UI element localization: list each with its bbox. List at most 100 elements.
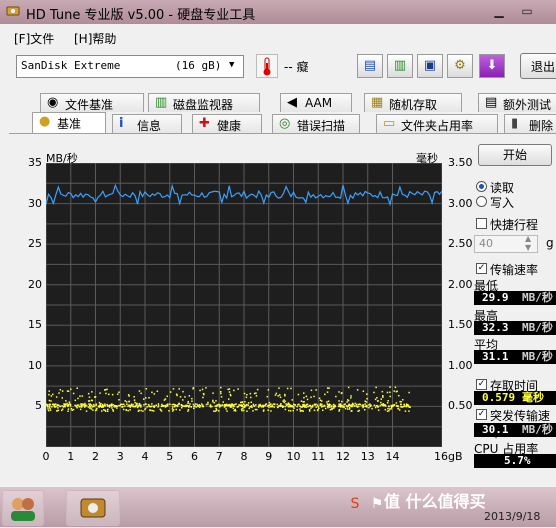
- access-time-point: [292, 406, 294, 408]
- access-time-point: [253, 405, 256, 407]
- avg-unit: MB/秒: [522, 350, 553, 363]
- start-button[interactable]: 开始: [478, 144, 552, 166]
- tab-label: 磁盘监视器: [173, 98, 234, 112]
- access-time-point: [344, 407, 347, 410]
- tab-benchmark[interactable]: ● 基准: [32, 112, 106, 134]
- access-time-point: [59, 405, 62, 408]
- x-tick-label: 2: [92, 450, 99, 463]
- access-time-point: [118, 404, 120, 407]
- access-time-point: [79, 405, 81, 408]
- access-time-point: [67, 408, 70, 410]
- taskbar-hdtune-button[interactable]: [66, 490, 120, 526]
- access-time-point: [390, 406, 393, 408]
- quick-course-spinner[interactable]: 40 ▲ ▼: [474, 234, 538, 253]
- access-time-point: [338, 391, 340, 393]
- access-time-point: [267, 389, 270, 391]
- download-button[interactable]: ⬇: [479, 54, 505, 78]
- access-time-point: [87, 406, 90, 408]
- write-radio[interactable]: [476, 196, 487, 207]
- access-time-point: [382, 403, 384, 405]
- menu-file[interactable]: [F]文件: [14, 30, 54, 47]
- max-value: 32.3: [482, 321, 509, 334]
- access-time-point: [220, 405, 222, 407]
- right-tick-label: 2.50: [448, 237, 473, 251]
- access-time-point: [151, 391, 153, 394]
- access-time-point: [381, 390, 384, 393]
- access-time-point: [209, 404, 212, 406]
- access-time-point: [51, 406, 53, 408]
- tab-folder-usage[interactable]: ▭ 文件夹占用率: [376, 114, 498, 133]
- access-time-point: [255, 392, 257, 394]
- access-time-point: [313, 403, 316, 406]
- cpu-value: 5.7%: [504, 454, 531, 467]
- access-time-point: [250, 396, 252, 399]
- access-time-point: [319, 399, 322, 401]
- exit-button[interactable]: 退出: [520, 53, 556, 79]
- extra-tests-icon: ▤: [485, 95, 498, 110]
- benchmark-icon: ●: [39, 114, 51, 129]
- tab-aam[interactable]: ◀ AAM: [280, 93, 352, 112]
- drive-select[interactable]: SanDisk Extreme (16 gB) ▼: [16, 55, 244, 78]
- access-time-point: [48, 406, 51, 408]
- access-time-point: [313, 395, 315, 398]
- access-time-point: [207, 401, 209, 404]
- access-time-point: [72, 408, 75, 411]
- access-time-point: [246, 394, 248, 396]
- access-time-point: [226, 410, 228, 412]
- tab-info[interactable]: i 信息: [112, 114, 182, 133]
- save-button[interactable]: ▣: [417, 54, 443, 78]
- access-time-point: [394, 386, 397, 389]
- quick-course-checkbox[interactable]: [476, 218, 487, 229]
- access-time-point: [253, 392, 256, 395]
- tab-file-benchmark[interactable]: ◉ 文件基准: [40, 93, 144, 112]
- tab-disk-monitor[interactable]: ▥ 磁盘监视器: [148, 93, 260, 112]
- copy-info-button[interactable]: ▤: [357, 54, 383, 78]
- read-radio[interactable]: [476, 181, 487, 192]
- access-time-point: [241, 401, 243, 403]
- access-time-point: [278, 404, 280, 407]
- access-time-point: [246, 410, 248, 412]
- tab-extra-tests[interactable]: ▤ 额外测试: [478, 93, 556, 112]
- access-time-point: [48, 399, 51, 402]
- access-time-point: [228, 398, 230, 400]
- access-time-point: [237, 405, 239, 408]
- access-time-point: [364, 405, 367, 407]
- access-time-point: [389, 395, 391, 398]
- options-button[interactable]: ⚙: [447, 54, 473, 78]
- access-time-point: [268, 401, 271, 404]
- access-time-point: [114, 406, 116, 408]
- sogou-icon[interactable]: S: [346, 495, 364, 513]
- access-time-point: [148, 405, 150, 408]
- x-tick-label: 4: [141, 450, 149, 463]
- access-time-point: [338, 408, 341, 411]
- access-time-point: [215, 400, 217, 402]
- access-time-point: [327, 400, 330, 402]
- access-time-point: [356, 389, 359, 391]
- tab-erase[interactable]: ▮ 删除: [504, 114, 556, 133]
- access-time-point: [58, 392, 60, 394]
- maximize-button[interactable]: ▭: [514, 2, 540, 20]
- copy-screenshot-button[interactable]: ▥: [387, 54, 413, 78]
- access-time-point: [290, 387, 292, 390]
- access-time-point: [48, 390, 50, 392]
- access-time-checkbox[interactable]: ✓: [476, 379, 487, 390]
- transfer-rate-checkbox[interactable]: ✓: [476, 263, 487, 274]
- access-time-point: [164, 398, 167, 400]
- access-time-point: [229, 393, 232, 396]
- burst-rate-checkbox[interactable]: ✓: [476, 409, 487, 420]
- access-time-point: [106, 410, 109, 412]
- access-time-point: [64, 404, 66, 407]
- tab-health[interactable]: ✚ 健康: [192, 114, 262, 133]
- menu-help[interactable]: [H]帮助: [74, 30, 116, 47]
- access-time-point: [91, 399, 93, 402]
- taskbar-users-button[interactable]: [2, 490, 44, 526]
- access-time-point: [351, 403, 353, 406]
- access-time-point: [347, 399, 349, 401]
- minimize-button[interactable]: ▁: [486, 2, 512, 20]
- access-time-point: [132, 403, 134, 406]
- tab-error-scan[interactable]: ◎ 错误扫描: [272, 114, 360, 133]
- access-time-point: [286, 387, 289, 390]
- tab-random-access[interactable]: ▦ 随机存取: [364, 93, 462, 112]
- access-time-point: [324, 407, 327, 410]
- access-time-point: [280, 403, 282, 405]
